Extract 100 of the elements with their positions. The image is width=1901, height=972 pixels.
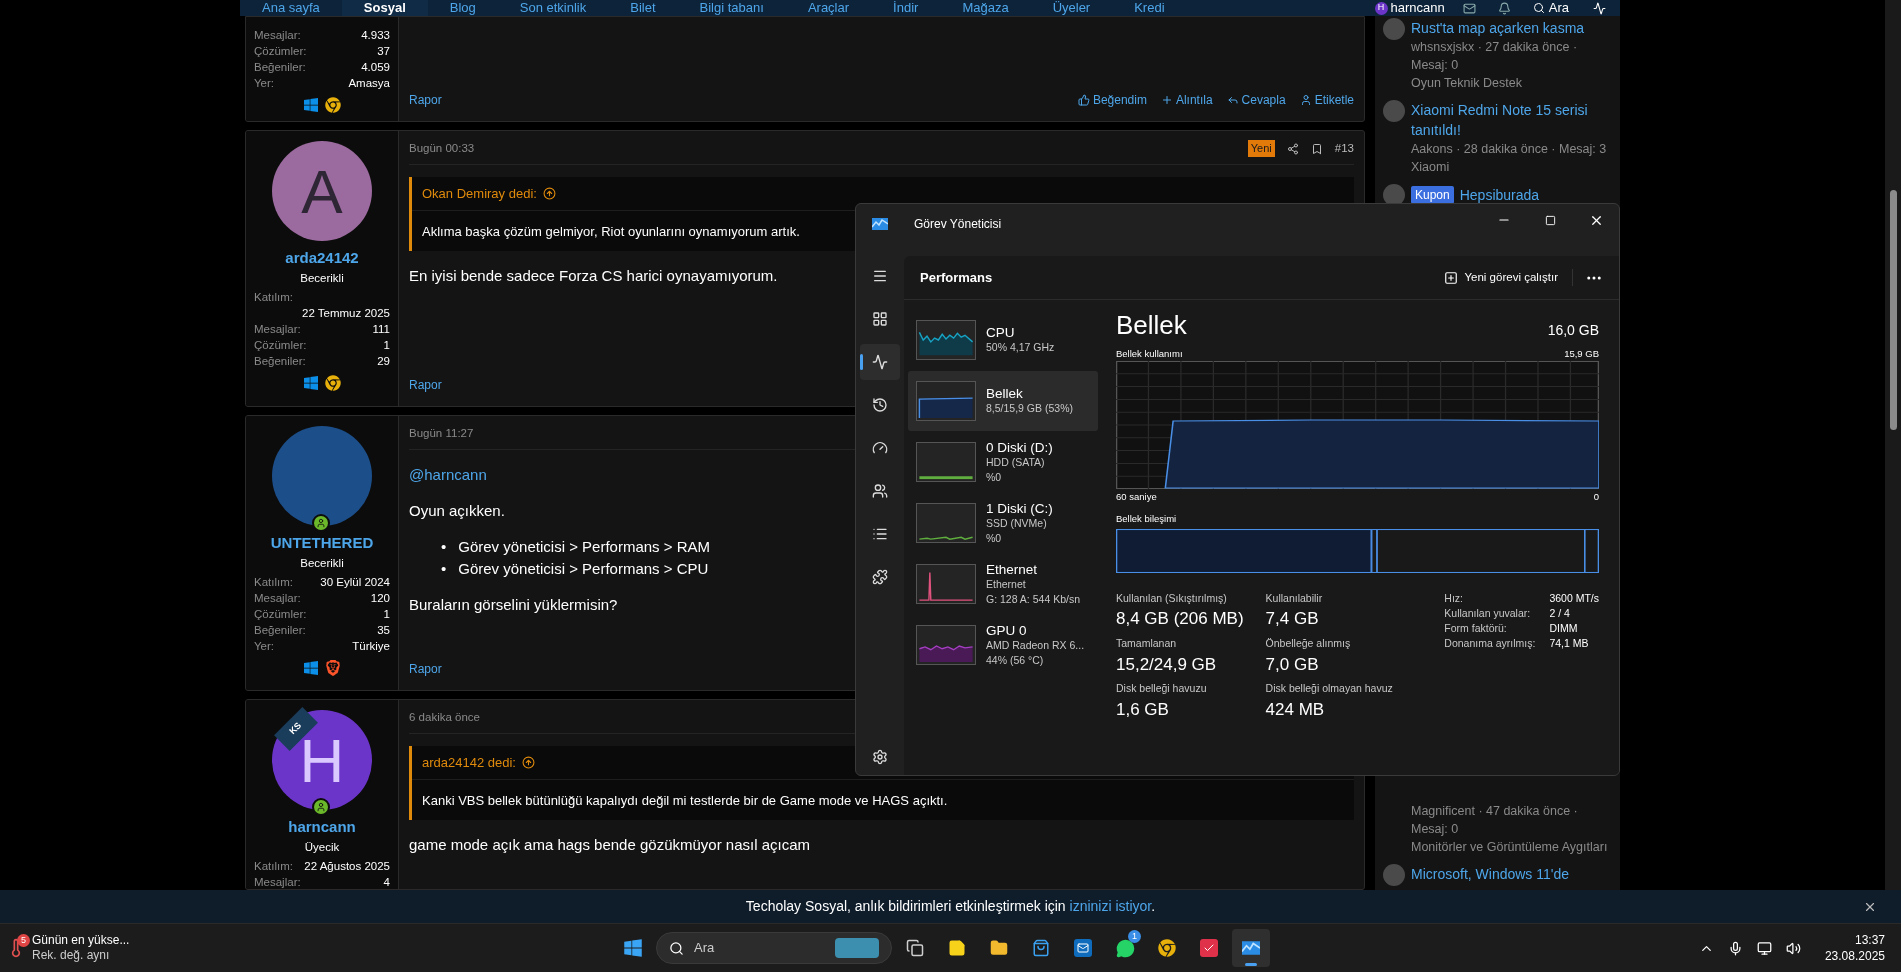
post-action-link[interactable]: Cevapla (1241, 91, 1286, 109)
nav-tab[interactable]: Son etkinlik (497, 0, 609, 16)
username-link[interactable]: arda24142 (246, 247, 398, 270)
forum-link[interactable]: Xiaomi (1411, 158, 1612, 176)
taskbar-app-button[interactable] (1232, 929, 1270, 967)
four-panes-logo-icon (303, 374, 319, 391)
jump-to-quote-icon[interactable] (542, 187, 556, 200)
post-action-link[interactable]: Etiketle (1314, 91, 1354, 109)
resource-item[interactable]: GPU 0 AMD Radeon RX 6... 44% (56 °C) (908, 615, 1098, 675)
page-title: Performans (920, 268, 993, 287)
checkmark-app-icon (1200, 939, 1218, 957)
spec-label: Hız: (1444, 590, 1465, 606)
resource-detail: AMD Radeon RX 6... (986, 637, 1085, 653)
nav-tab[interactable]: Bilet (608, 0, 678, 16)
forum-link[interactable]: Oyun Teknik Destek (1411, 74, 1612, 92)
search-link[interactable]: Ara (1548, 0, 1569, 16)
stat-label: Katılım: (254, 574, 293, 590)
settings-icon[interactable] (872, 749, 888, 765)
spec-value: 3600 MT/s (1549, 590, 1599, 606)
search-field[interactable]: Ara (656, 932, 892, 964)
plus-icon[interactable] (1160, 94, 1173, 106)
volume-icon[interactable] (1785, 940, 1801, 956)
weather-subtitle: Rek. değ. aynı (32, 948, 111, 963)
thumbs-up-icon[interactable] (1077, 94, 1090, 106)
resource-item[interactable]: Bellek 8,5/15,9 GB (53%) (908, 371, 1098, 431)
nav-tab[interactable]: İndir (871, 0, 941, 16)
post-time: 6 dakika önce (409, 709, 480, 725)
resource-item[interactable]: 0 Diski (D:) HDD (SATA) %0 (908, 432, 1098, 492)
chart-label: Bellek bileşimi (1116, 511, 1177, 526)
username-link[interactable]: harncann (246, 816, 398, 839)
thread-title-link[interactable]: Hepsiburada (1459, 184, 1540, 206)
username-link[interactable]: UNTETHERED (246, 532, 398, 555)
nav-tab[interactable]: Sosyal (341, 0, 428, 16)
stat-label: Mesajlar: (254, 590, 301, 606)
run-task-button[interactable]: Yeni görevi çalıştır (1444, 268, 1573, 287)
person-icon[interactable] (1299, 94, 1312, 106)
stat-value: 1,6 GB (1116, 698, 1170, 721)
user-title: Üyecik (303, 839, 341, 855)
jump-to-quote-icon[interactable] (522, 756, 535, 769)
nav-tab[interactable]: Mağaza (940, 0, 1031, 16)
user-title: Becerikli (299, 270, 345, 286)
share-icon[interactable] (1286, 142, 1299, 155)
network-icon[interactable] (1756, 940, 1772, 956)
search-icon[interactable] (1532, 2, 1545, 14)
thread-avatar (1383, 100, 1405, 122)
resource-item[interactable]: Ethernet Ethernet G: 128 A: 544 Kb/sn (908, 554, 1098, 614)
forum-link[interactable]: Monitörler ve Görüntüleme Aygıtları (1411, 838, 1612, 856)
quote-text: Aklıma başka çözüm gelmiyor, Riot oyunlarını oynamıyorum artık. (422, 224, 800, 239)
scrollbar-thumb[interactable] (1890, 190, 1897, 430)
notification-text: Techolay Sosyal, anlık bildirimleri etkinleştirmek için izninizi istiyor. (745, 897, 1156, 916)
chart-max-label: 15,9 GB (1564, 347, 1599, 361)
nav-tab[interactable]: Ana sayfa (240, 0, 342, 16)
resource-item[interactable]: 1 Diski (C:) SSD (NVMe) %0 (908, 493, 1098, 553)
sparkline-drawing (916, 503, 976, 543)
thread-title-link[interactable]: Xiaomi Redmi Note 15 serisi tanıtıldı! (1411, 100, 1612, 140)
history-icon (872, 397, 888, 413)
quote-author-link[interactable]: arda24142 dedi: (422, 752, 516, 773)
thread-avatar (1383, 18, 1405, 40)
resource-item[interactable]: CPU 50% 4,17 GHz (908, 310, 1098, 370)
weather-widget[interactable]: 5 Günün en yükse... Rek. değ. aynı (6, 933, 206, 963)
nav-tab[interactable]: Bilgi tabanı (677, 0, 786, 16)
post-text: Oyun açıkken. (409, 501, 505, 521)
weather-title: Günün en yükse... (32, 933, 130, 948)
bell-icon[interactable] (1497, 1, 1511, 15)
post-action-link[interactable]: Beğendim (1092, 91, 1147, 109)
microphone-icon[interactable] (1727, 940, 1743, 956)
thread-meta: whsnsxjskx · 27 dakika önce · Mesaj: 0 (1411, 39, 1579, 74)
nav-rail-button[interactable] (860, 344, 900, 380)
mention-link[interactable]: @harncann (409, 464, 487, 486)
nav-tab[interactable]: Araçlar (785, 0, 872, 16)
post-text: En iyisi bende sadece Forza CS harici oynayamıyorum. (409, 266, 778, 286)
nav-tab[interactable]: Blog (427, 0, 498, 16)
report-link[interactable]: Rapor (409, 91, 442, 109)
bullet-mark: • (441, 559, 447, 579)
nav-tab[interactable]: Kredi (1112, 0, 1187, 16)
report-link[interactable]: Rapor (409, 660, 442, 678)
bookmark-icon[interactable] (1310, 142, 1323, 155)
resource-detail: 50% 4,17 GHz (986, 340, 1055, 355)
post-number-link[interactable]: #13 (1334, 139, 1354, 158)
clock[interactable]: 13:37 23.08.2025 (1824, 932, 1885, 964)
stat-value: 8,4 GB (206 MB) (1116, 608, 1244, 631)
quote-author-link[interactable]: Okan Demiray dedi: (422, 183, 537, 204)
sparkline-drawing (916, 625, 976, 665)
online-status-icon (312, 798, 330, 816)
permission-link[interactable]: izninizi istiyor (1069, 898, 1152, 914)
thread-meta: Magnificent · 47 dakika önce · Mesaj: 0 (1411, 803, 1579, 838)
thread-title-link[interactable]: Microsoft, Windows 11'de (1411, 864, 1570, 884)
overlapping-windows-icon (906, 939, 924, 957)
stat-value: Türkiye (352, 638, 390, 654)
post-action-link[interactable]: Alıntıla (1175, 91, 1213, 109)
menu-icon (872, 268, 888, 284)
nav-tab[interactable]: Üyeler (1030, 0, 1113, 16)
report-link[interactable]: Rapor (409, 376, 442, 394)
thread-title-link[interactable]: Rust'ta map açarken kasma (1411, 18, 1612, 38)
resource-detail: 44% (56 °C) (986, 652, 1045, 668)
mail-icon[interactable] (1462, 1, 1476, 15)
stat-value: 35 (377, 622, 390, 638)
reply-arrow-icon[interactable] (1226, 94, 1239, 106)
resource-name: Ethernet (986, 561, 1039, 577)
user-menu-link[interactable]: harncann (1390, 0, 1445, 16)
